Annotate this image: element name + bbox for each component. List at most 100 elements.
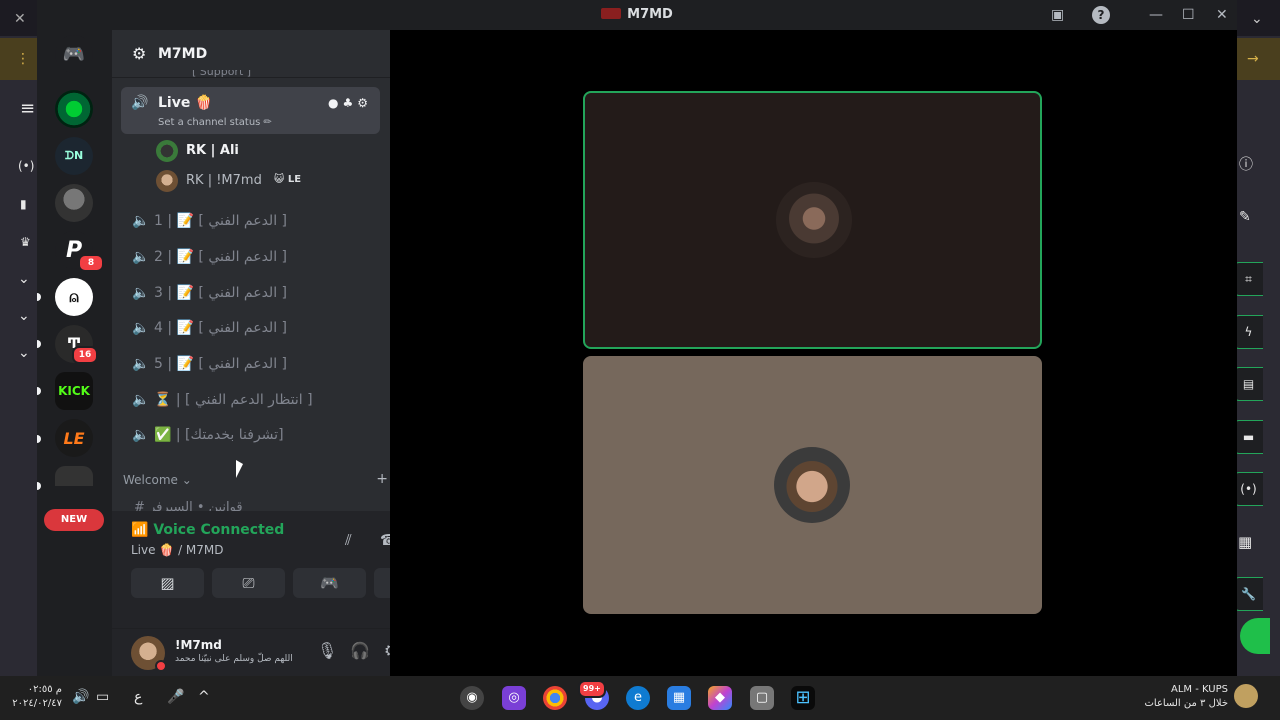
- kick-server-icon[interactable]: KICK: [55, 372, 93, 410]
- side-tool-button[interactable]: ϟ: [1233, 315, 1263, 349]
- weather-widget[interactable]: ALM - KUPS خلال ٣ من الساعات: [1130, 683, 1228, 711]
- chevron-down-icon[interactable]: ⌄: [18, 346, 30, 360]
- screen-share-button[interactable]: ⎚: [212, 568, 285, 598]
- voice-channel[interactable]: 🔈 5 | 📝 [ الدعم الفني ]: [128, 348, 398, 382]
- server-icon[interactable]: [55, 90, 93, 128]
- channel-name: 4 | 📝 [ الدعم الفني ]: [154, 320, 288, 336]
- speaker-icon: 🔈: [132, 392, 150, 408]
- participant-tile[interactable]: [583, 356, 1042, 614]
- window-title: M7MD: [627, 7, 673, 22]
- speaker-icon: 🔈: [132, 213, 150, 229]
- server-icon[interactable]: ᗪN: [55, 137, 93, 175]
- new-badge-button[interactable]: NEW: [44, 509, 104, 531]
- chevron-down-icon[interactable]: ⌄: [1251, 12, 1263, 26]
- camera-button[interactable]: ▨: [131, 568, 204, 598]
- voice-channel[interactable]: 🔈 4 | 📝 [ الدعم الفني ]: [128, 312, 398, 346]
- noise-suppression-icon[interactable]: ⫽: [345, 531, 352, 549]
- user-panel: !M7md اللهم صلّ وسلم على نبيّنا محمد 🎙 🎧…: [112, 629, 418, 676]
- channel-status[interactable]: Set a channel status ✏: [158, 117, 272, 128]
- voice-member[interactable]: RK | Ali: [156, 138, 376, 166]
- store-icon[interactable]: ▦: [667, 686, 691, 710]
- ime-indicator[interactable]: ع: [134, 689, 142, 705]
- weather-title: ALM - KUPS: [1171, 684, 1228, 695]
- info-icon[interactable]: ⓘ: [1239, 158, 1253, 172]
- voice-channel[interactable]: 🔈 2 | 📝 [ الدعم الفني ]: [128, 241, 398, 275]
- chart-icon[interactable]: ▮: [20, 198, 27, 210]
- edge-icon[interactable]: e: [626, 686, 650, 710]
- category-welcome[interactable]: Welcome ⌄ +: [123, 471, 388, 487]
- members-icon[interactable]: ♣: [342, 96, 357, 110]
- clock[interactable]: م ٠٢:٥٥ ٢٠٢٤/٠٢/٤٧: [8, 683, 62, 711]
- chevron-up-icon[interactable]: ^: [198, 689, 210, 705]
- side-tool-button[interactable]: ⌗: [1233, 262, 1263, 296]
- microphone-icon[interactable]: 🎤: [167, 689, 184, 705]
- voice-channel[interactable]: 🔈 ✅ | [تشرفنا بخدمتك]: [128, 419, 398, 453]
- unread-indicator: [37, 387, 41, 395]
- layout-icon[interactable]: ▦: [1238, 535, 1252, 550]
- help-icon[interactable]: ?: [1092, 6, 1110, 24]
- activity-button[interactable]: 🎮: [293, 568, 366, 598]
- discord-window: M7MD ▣ ? — ☐ ✕ 🎮 ᗪN P 8 ⍝ Ͳ 16 KICK LE N…: [37, 0, 1237, 676]
- hamburger-icon[interactable]: ≡: [20, 100, 35, 118]
- pencil-icon[interactable]: ✎: [1239, 210, 1251, 224]
- headphones-icon[interactable]: 🎧: [350, 641, 370, 660]
- arrow-right-icon[interactable]: →: [1247, 52, 1259, 66]
- voice-channel[interactable]: 🔈 ⏳ | [ انتظار الدعم الفني ]: [128, 384, 398, 418]
- app-icon[interactable]: ◎: [502, 686, 526, 710]
- monitor-icon[interactable]: ▭: [96, 689, 109, 705]
- unread-indicator: [37, 293, 41, 301]
- close-icon[interactable]: ✕: [1216, 6, 1228, 24]
- clock-time: م ٠٢:٥٥: [27, 684, 62, 695]
- chevron-down-icon[interactable]: ⌄: [18, 309, 30, 323]
- channel-actions: ●♣⚙: [328, 96, 372, 110]
- voice-channel-live[interactable]: 🔊 Live 🍿 Set a channel status ✏ ●♣⚙: [121, 87, 380, 134]
- channel-name: 3 | 📝 [ الدعم الفني ]: [154, 285, 288, 301]
- voice-member[interactable]: RK | !M7md 😺 LE: [156, 168, 376, 196]
- channel-cut[interactable]: [ Support ]: [192, 70, 251, 79]
- voice-connected-channel[interactable]: Live 🍿 / M7MD: [131, 543, 224, 557]
- status-indicator: [155, 660, 167, 672]
- chat-icon[interactable]: ●: [328, 96, 342, 110]
- server-icon[interactable]: [55, 466, 93, 486]
- category-name: Welcome ⌄: [123, 473, 192, 487]
- trophy-icon[interactable]: ♛: [20, 236, 31, 248]
- broadcast-icon[interactable]: (•): [18, 160, 34, 172]
- menu-dots-icon[interactable]: ⋮: [16, 52, 30, 66]
- side-tool-button[interactable]: ▤: [1233, 367, 1263, 401]
- voice-channel[interactable]: 🔈 1 | 📝 [ الدعم الفني ]: [128, 205, 398, 239]
- whatsapp-icon[interactable]: [1240, 618, 1270, 654]
- member-name: RK | Ali: [186, 143, 239, 158]
- close-icon[interactable]: ✕: [14, 12, 26, 26]
- inbox-icon[interactable]: ▣: [1051, 6, 1064, 24]
- server-icon[interactable]: [55, 184, 93, 222]
- notification-badge: 16: [72, 346, 98, 364]
- window-app-icon[interactable]: ▢: [750, 686, 774, 710]
- avatar: [156, 170, 178, 192]
- server-header[interactable]: ⚙ M7MD ⌄: [112, 30, 424, 78]
- channel-name: Live 🍿: [158, 95, 213, 111]
- speaker-icon[interactable]: 🔊: [72, 689, 89, 705]
- server-icon[interactable]: LE: [55, 419, 93, 457]
- discord-home-icon[interactable]: 🎮: [55, 35, 93, 73]
- side-tool-button[interactable]: ▬: [1233, 420, 1263, 454]
- microphone-icon[interactable]: 🎙: [317, 641, 337, 660]
- speaker-icon: 🔈: [132, 356, 150, 372]
- copilot-icon[interactable]: ◆: [708, 686, 732, 710]
- minimize-icon[interactable]: —: [1149, 6, 1163, 24]
- chevron-down-icon[interactable]: ⌄: [18, 272, 30, 286]
- plus-icon[interactable]: +: [376, 471, 388, 487]
- participant-tile[interactable]: [583, 91, 1042, 349]
- text-channel-cut[interactable]: # قوانين • السيرفر: [134, 500, 243, 511]
- windows-start-icon[interactable]: ⊞: [791, 686, 815, 710]
- server-settings-icon: ⚙: [132, 44, 147, 63]
- maximize-icon[interactable]: ☐: [1182, 6, 1195, 24]
- broadcast-icon: (•): [1240, 482, 1257, 496]
- gear-icon[interactable]: ⚙: [357, 96, 372, 110]
- side-tool-button[interactable]: (•): [1233, 472, 1263, 506]
- side-tool-button[interactable]: 🔧: [1233, 577, 1263, 611]
- obs-icon[interactable]: ◉: [460, 686, 484, 710]
- voice-channel[interactable]: 🔈 3 | 📝 [ الدعم الفني ]: [128, 277, 398, 311]
- chrome-icon[interactable]: [543, 686, 567, 710]
- weather-icon: [1234, 684, 1258, 708]
- server-icon[interactable]: ⍝: [55, 278, 93, 316]
